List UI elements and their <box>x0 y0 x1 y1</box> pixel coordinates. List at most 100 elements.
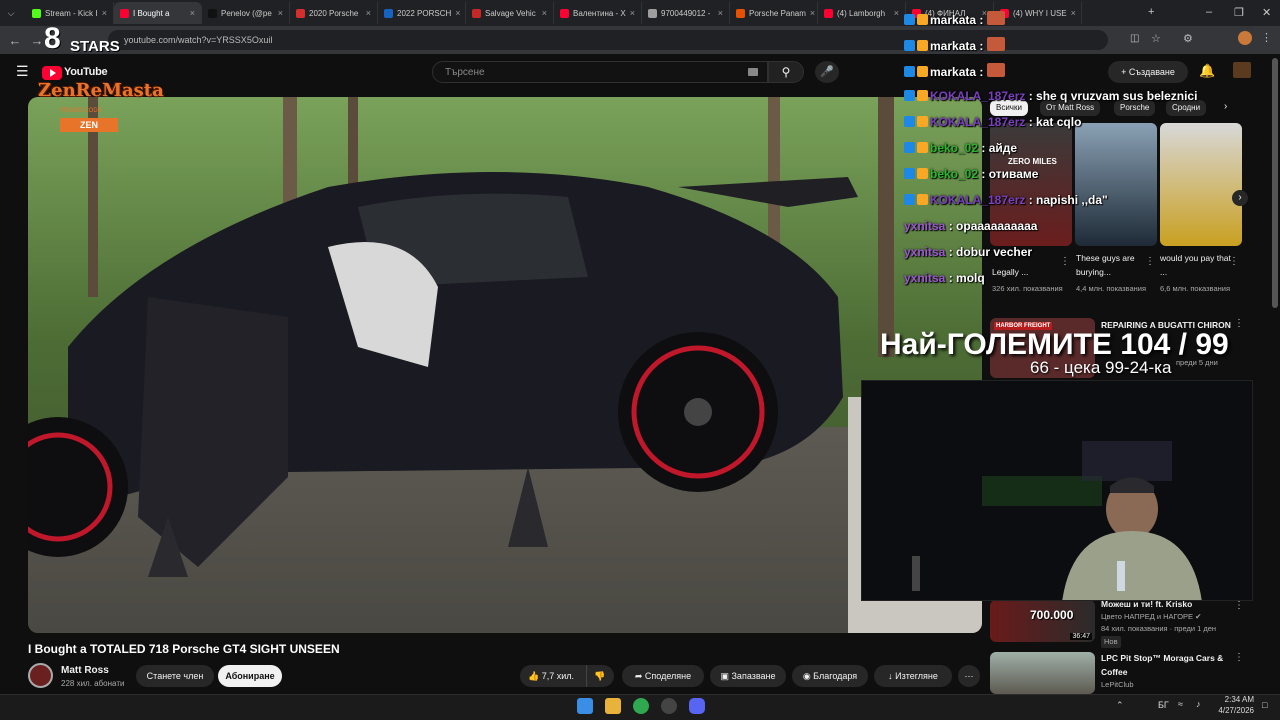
chat-message: KOKALA_187erz : napishi ,,da" <box>904 193 1108 207</box>
tab-close-icon[interactable]: × <box>718 8 723 18</box>
windows-start-icon[interactable] <box>577 698 593 714</box>
browser-tab[interactable]: Валентина - Х × <box>554 2 642 24</box>
chat-text: opaaaaaaaaaa <box>956 219 1038 233</box>
tab-close-icon[interactable]: × <box>455 8 460 18</box>
maximize-icon[interactable]: ❐ <box>1234 6 1244 19</box>
chat-message: yxnitsa : dobur vecher <box>904 245 1033 259</box>
chips-next-icon[interactable]: › <box>1224 101 1227 112</box>
video-menu-icon[interactable]: ⋮ <box>1234 652 1244 663</box>
browser-tab[interactable]: Stream - Kick I × <box>26 2 114 24</box>
tab-close-icon[interactable]: × <box>190 8 195 18</box>
notifications-bell-icon[interactable]: 🔔 <box>1199 63 1215 79</box>
tab-close-icon[interactable]: × <box>810 8 815 18</box>
subscribe-button[interactable]: Абониране <box>218 665 282 687</box>
short-thumbnail[interactable] <box>1075 123 1157 246</box>
join-button[interactable]: Станете член <box>136 665 214 687</box>
thanks-label: Благодаря <box>813 671 858 681</box>
tab-close-icon[interactable]: × <box>366 8 371 18</box>
browser-tab[interactable]: 9700449012 - × <box>642 2 730 24</box>
clock-date[interactable]: 4/27/2026 <box>1210 706 1254 715</box>
like-button[interactable]: 👍 7,7 хил. 👎 <box>520 665 614 687</box>
video-player[interactable] <box>28 97 982 633</box>
browser-tab[interactable]: I Bought a × <box>114 2 202 24</box>
chat-text: napishi ,,da" <box>1036 193 1108 207</box>
search-input[interactable]: Търсене <box>432 61 768 83</box>
install-app-icon[interactable]: ◫ <box>1130 33 1139 44</box>
new-tab-icon[interactable]: + <box>1148 6 1154 18</box>
thanks-button[interactable]: ◉ Благодаря <box>792 665 868 687</box>
profile-avatar[interactable] <box>1238 31 1252 45</box>
tab-close-icon[interactable]: × <box>1071 8 1076 18</box>
short-title[interactable]: These guys are burying... <box>1076 251 1148 279</box>
video-menu-icon[interactable]: ⋮ <box>1234 318 1244 329</box>
thumbs-down-icon[interactable]: 👎 <box>594 665 605 687</box>
file-explorer-icon[interactable] <box>605 698 621 714</box>
chat-text: molq <box>956 271 985 285</box>
minimize-icon[interactable]: – <box>1206 6 1212 18</box>
browser-tab[interactable]: Salvage Vehic × <box>466 2 554 24</box>
back-icon[interactable]: ← <box>4 33 26 48</box>
browser-tab[interactable]: Porsche Panam × <box>730 2 818 24</box>
tab-favicon-icon <box>648 8 657 18</box>
short-menu-icon[interactable]: ⋮ <box>1229 256 1239 267</box>
close-window-icon[interactable]: ✕ <box>1262 6 1271 19</box>
youtube-logo-icon[interactable] <box>42 66 62 80</box>
hamburger-menu-icon[interactable]: ☰ <box>16 63 29 80</box>
browser-menu-icon[interactable]: ⋮ <box>1261 31 1272 44</box>
search-button[interactable]: ⚲ <box>768 61 804 83</box>
bookmark-star-icon[interactable]: ☆ <box>1151 32 1161 45</box>
browser-tab[interactable]: Penelov (@pe × <box>202 2 290 24</box>
video-channel[interactable]: Цвето НАПРЕД и НАГОРЕ ✔ <box>1101 611 1201 623</box>
page-scrollbar[interactable] <box>1272 58 1278 308</box>
tab-close-icon[interactable]: × <box>102 8 107 18</box>
chrome-icon[interactable] <box>633 698 649 714</box>
extensions-icon[interactable]: ⚙ <box>1183 32 1193 45</box>
tab-close-icon[interactable]: × <box>630 8 635 18</box>
chat-badge-icon <box>917 168 928 179</box>
volume-icon[interactable]: ♪ <box>1196 699 1201 709</box>
chat-badge-icon <box>917 40 928 51</box>
obs-icon[interactable] <box>661 698 677 714</box>
chat-message: markata : <box>904 11 1007 27</box>
share-button[interactable]: ➦ Споделяне <box>622 665 704 687</box>
tab-close-icon[interactable]: × <box>542 8 547 18</box>
tab-close-icon[interactable]: × <box>894 8 899 18</box>
youtube-logo-text[interactable]: YouTube <box>64 66 108 78</box>
voice-search-icon[interactable]: 🎤 <box>815 61 839 83</box>
download-button[interactable]: ↓ Изтегляне <box>874 665 952 687</box>
video-channel[interactable]: LePitClub <box>1101 679 1134 691</box>
tab-close-icon[interactable]: × <box>278 8 283 18</box>
wifi-icon[interactable]: ≈ <box>1178 699 1183 709</box>
video-menu-icon[interactable]: ⋮ <box>1234 600 1244 611</box>
short-menu-icon[interactable]: ⋮ <box>1145 256 1155 267</box>
chat-username: markata <box>930 13 977 27</box>
video-thumbnail[interactable] <box>990 652 1095 694</box>
browser-tab[interactable]: (4) WHY I USE × <box>994 2 1082 24</box>
channel-name[interactable]: Matt Ross <box>61 665 109 676</box>
short-title[interactable]: would you pay that ... <box>1160 251 1232 279</box>
notification-center-icon[interactable]: □ <box>1262 700 1267 710</box>
channel-avatar[interactable] <box>28 663 53 688</box>
video-thumbnail[interactable]: 700.000 36:47 <box>990 600 1095 642</box>
tray-chevron-icon[interactable]: ⌃ <box>1116 700 1124 711</box>
shorts-next-icon[interactable]: › <box>1232 190 1248 206</box>
save-button[interactable]: ▣ Запазване <box>710 665 786 687</box>
browser-tab[interactable]: 2020 Porsche × <box>290 2 378 24</box>
browser-tab[interactable]: 2022 PORSCH × <box>378 2 466 24</box>
short-thumbnail[interactable] <box>1160 123 1242 246</box>
account-avatar[interactable] <box>1233 62 1251 78</box>
short-title[interactable]: Legally ... <box>992 265 1060 279</box>
video-title-rec[interactable]: LPC Pit Stop™ Moraga Cars & Coffee <box>1101 651 1231 679</box>
subscriber-count: 228 хил. абонати <box>61 679 125 688</box>
chat-username: KOKALA_187erz <box>930 193 1026 207</box>
discord-icon[interactable] <box>689 698 705 714</box>
short-menu-icon[interactable]: ⋮ <box>1060 256 1070 267</box>
create-button[interactable]: + Създаване <box>1108 61 1188 83</box>
keyboard-icon[interactable] <box>748 68 758 76</box>
clock-time[interactable]: 2:34 AM <box>1224 695 1254 704</box>
chat-badge-icon <box>904 116 915 127</box>
tab-list-icon[interactable]: ⌵ <box>0 8 22 19</box>
more-actions-icon[interactable]: ⋯ <box>958 665 980 687</box>
browser-tab[interactable]: (4) Lamborgh × <box>818 2 906 24</box>
language-indicator[interactable]: БГ <box>1158 700 1169 710</box>
